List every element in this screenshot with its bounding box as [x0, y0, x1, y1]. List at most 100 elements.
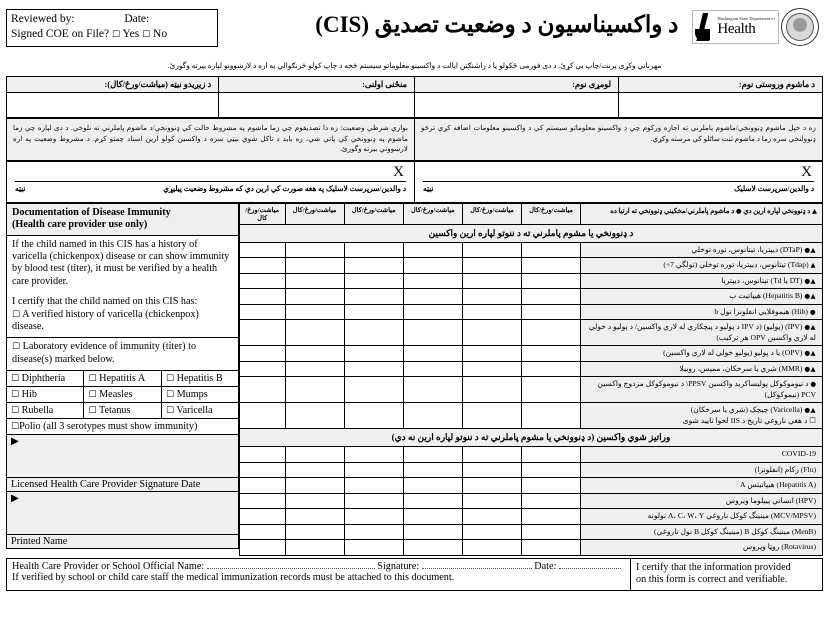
dose-cell[interactable]: [521, 288, 582, 305]
dose-cell[interactable]: [343, 402, 404, 429]
dose-cell[interactable]: [343, 272, 404, 289]
dose-cell[interactable]: [402, 303, 463, 320]
official-date-input[interactable]: [558, 567, 621, 569]
disease-cell-hib[interactable]: ☐ Hib: [5, 386, 85, 404]
dose-cell[interactable]: [402, 272, 463, 289]
dose-cell[interactable]: [402, 376, 463, 403]
varicella-checkbox[interactable]: ☐: [166, 406, 174, 416]
dose-cell[interactable]: [402, 319, 463, 346]
dose-cell[interactable]: [402, 492, 463, 509]
dose-cell[interactable]: [284, 376, 345, 403]
dose-cell[interactable]: [402, 523, 463, 540]
dose-cell[interactable]: [343, 303, 404, 320]
dose-cell[interactable]: [284, 477, 345, 494]
dose-cell[interactable]: [284, 257, 345, 274]
dose-cell[interactable]: [521, 360, 582, 377]
dose-cell[interactable]: [284, 508, 345, 525]
dose-cell[interactable]: [521, 508, 582, 525]
dose-cell[interactable]: [343, 257, 404, 274]
dose-cell[interactable]: [402, 461, 463, 478]
dose-cell[interactable]: [461, 360, 523, 377]
dose-cell[interactable]: [461, 288, 523, 305]
dose-cell[interactable]: [521, 523, 582, 540]
hib-checkbox[interactable]: ☐: [11, 390, 19, 400]
dose-cell[interactable]: [239, 492, 286, 509]
dose-cell[interactable]: [284, 360, 345, 377]
dose-cell[interactable]: [461, 241, 523, 258]
dose-cell[interactable]: [402, 477, 463, 494]
dose-cell[interactable]: [239, 477, 286, 494]
dose-cell[interactable]: [521, 402, 582, 429]
dose-cell[interactable]: [521, 477, 582, 494]
dose-cell[interactable]: [284, 272, 345, 289]
dose-cell[interactable]: [521, 345, 582, 362]
first-name-input[interactable]: [413, 92, 619, 118]
dose-cell[interactable]: [521, 272, 582, 289]
dose-cell[interactable]: [461, 272, 523, 289]
dose-cell[interactable]: [461, 402, 523, 429]
dob-input[interactable]: [5, 92, 220, 118]
dose-cell[interactable]: [239, 319, 286, 346]
dose-cell[interactable]: [461, 257, 523, 274]
dose-cell[interactable]: [343, 446, 404, 463]
dose-cell[interactable]: [343, 539, 404, 556]
dose-cell[interactable]: [239, 303, 286, 320]
dose-cell[interactable]: [461, 345, 523, 362]
dose-cell[interactable]: [284, 303, 345, 320]
provider-signature-field[interactable]: ▶: [6, 434, 239, 479]
dose-cell[interactable]: [343, 508, 404, 525]
middle-name-input[interactable]: [218, 92, 415, 118]
official-signature-input[interactable]: [421, 567, 532, 569]
dose-cell[interactable]: [239, 241, 286, 258]
rubella-checkbox[interactable]: ☐: [11, 406, 19, 416]
dose-cell[interactable]: [402, 402, 463, 429]
dose-cell[interactable]: [239, 360, 286, 377]
dose-cell[interactable]: [402, 360, 463, 377]
disease-cell-measles[interactable]: ☐ Measles: [83, 386, 162, 404]
dose-cell[interactable]: [402, 446, 463, 463]
dose-cell[interactable]: [343, 492, 404, 509]
parent-signature-cell[interactable]: X د والدین/سرپرست لاسلیک نیټه: [414, 160, 823, 203]
dose-cell[interactable]: [239, 257, 286, 274]
mumps-checkbox[interactable]: ☐: [166, 390, 174, 400]
hepatitis-b-checkbox[interactable]: ☐: [166, 374, 174, 384]
dose-cell[interactable]: [239, 288, 286, 305]
coe-no-checkbox[interactable]: ☐: [142, 30, 150, 40]
dose-cell[interactable]: [402, 539, 463, 556]
provider-name-input[interactable]: [206, 567, 375, 569]
conditional-signature-cell[interactable]: X د والدین/سرپرست لاسلیک په هغه صورت کي …: [6, 160, 415, 203]
dose-cell[interactable]: [521, 461, 582, 478]
dose-cell[interactable]: [343, 360, 404, 377]
printed-name-field[interactable]: ▶: [6, 491, 239, 536]
dose-cell[interactable]: [343, 376, 404, 403]
dose-cell[interactable]: [402, 288, 463, 305]
dose-cell[interactable]: [343, 319, 404, 346]
dose-cell[interactable]: [461, 376, 523, 403]
dose-cell[interactable]: [461, 446, 523, 463]
dose-cell[interactable]: [343, 461, 404, 478]
disease-cell-rubella[interactable]: ☐ Rubella: [5, 402, 85, 420]
disease-cell-varicella[interactable]: ☐ Varicella: [160, 402, 240, 420]
dose-cell[interactable]: [284, 461, 345, 478]
disease-cell-hepatitis-b[interactable]: ☐ Hepatitis B: [160, 370, 240, 388]
disease-cell-mumps[interactable]: ☐ Mumps: [160, 386, 240, 404]
varicella-history-checkbox[interactable]: ☐: [12, 310, 20, 320]
dose-cell[interactable]: [284, 288, 345, 305]
dose-cell[interactable]: [239, 402, 286, 429]
dose-cell[interactable]: [239, 446, 286, 463]
tetanus-checkbox[interactable]: ☐: [88, 406, 96, 416]
dose-cell[interactable]: [239, 461, 286, 478]
hepatitis-a-checkbox[interactable]: ☐: [88, 374, 96, 384]
dose-cell[interactable]: [521, 257, 582, 274]
dose-cell[interactable]: [521, 492, 582, 509]
dose-cell[interactable]: [284, 345, 345, 362]
dose-cell[interactable]: [343, 345, 404, 362]
dose-cell[interactable]: [343, 477, 404, 494]
disease-cell-polio[interactable]: ☐Polio (all 3 serotypes must show immuni…: [6, 418, 239, 436]
dose-cell[interactable]: [343, 288, 404, 305]
dose-cell[interactable]: [402, 508, 463, 525]
dose-cell[interactable]: [284, 319, 345, 346]
dose-cell[interactable]: [461, 319, 523, 346]
disease-cell-hepatitis-a[interactable]: ☐ Hepatitis A: [83, 370, 162, 388]
dose-cell[interactable]: [284, 402, 345, 429]
